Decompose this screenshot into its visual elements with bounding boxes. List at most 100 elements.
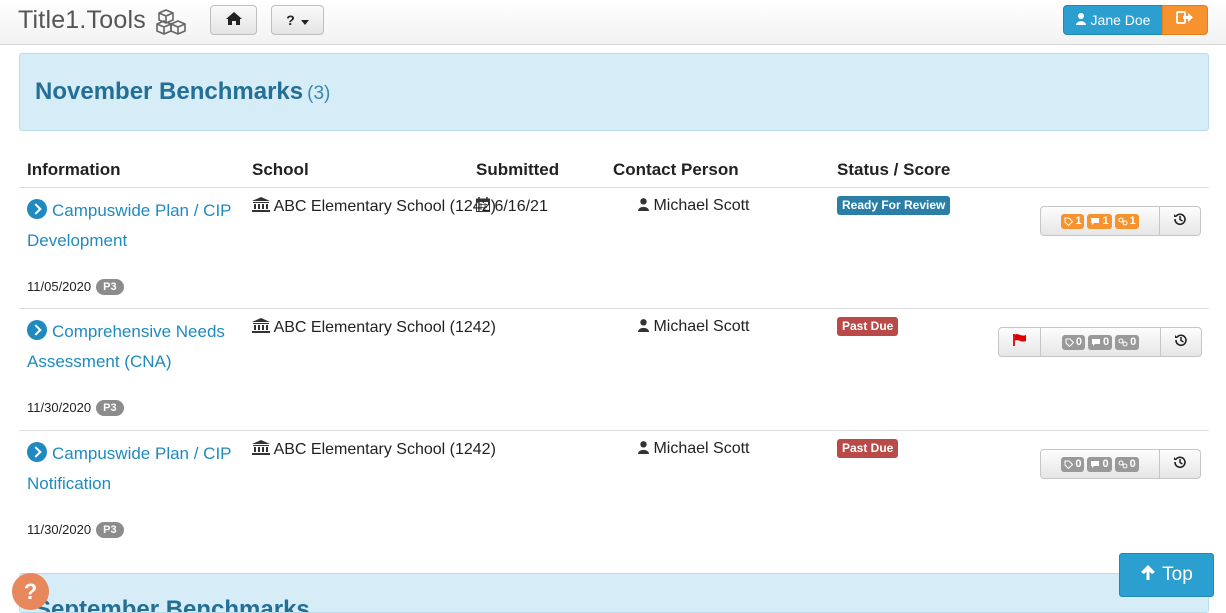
row-actions: 0 0 0 [1040, 449, 1201, 479]
next-section-header-panel: September Benchmarks [19, 573, 1209, 613]
history-button[interactable] [1160, 206, 1201, 236]
caret-down-icon [300, 12, 309, 28]
link-count-badge: 0 [1115, 334, 1140, 350]
attachments-comments-links-button[interactable]: 0 0 0 [1041, 327, 1161, 357]
status-badge: Past Due [837, 317, 899, 336]
due-date-text: 11/30/2020 [27, 400, 92, 415]
back-to-top-button[interactable]: Top [1119, 553, 1214, 597]
attachments-comments-links-button[interactable]: 0 0 0 [1040, 449, 1160, 479]
benchmark-title: Campuswide Plan / CIP Notification [27, 444, 232, 493]
tag-icon [1065, 338, 1074, 347]
comment-count-badge: 1 [1087, 213, 1112, 229]
tag-count-badge: 1 [1061, 213, 1085, 229]
comment-count-badge: 0 [1087, 456, 1112, 472]
school-name: ABC Elementary School (1242) [273, 198, 496, 215]
user-menu-button[interactable]: Jane Doe [1063, 5, 1163, 35]
home-icon [225, 11, 243, 29]
benchmark-title: Comprehensive Needs Assessment (CNA) [27, 322, 225, 371]
user-icon [638, 440, 649, 457]
contact-cell: Michael Scott [638, 440, 750, 458]
submitted-date: 6/16/21 [494, 198, 548, 215]
top-navbar: Title1.Tools ? Jane Doe [0, 0, 1226, 45]
contact-name: Michael Scott [653, 440, 750, 457]
benchmark-link[interactable]: Campuswide Plan / CIP Development [27, 196, 242, 256]
history-button[interactable] [1160, 449, 1201, 479]
help-menu-label: ? [286, 12, 295, 28]
calendar-icon [476, 197, 490, 215]
link-icon [1118, 460, 1128, 468]
attachments-comments-links-button[interactable]: 1 1 1 [1040, 206, 1160, 236]
section-title-text: November Benchmarks [35, 78, 304, 105]
history-button[interactable] [1161, 327, 1202, 357]
link-icon [1118, 338, 1128, 346]
user-icon [638, 318, 649, 335]
section-header-panel: November Benchmarks (3) [19, 53, 1209, 131]
chevron-circle-right-icon [27, 199, 47, 219]
user-name: Jane Doe [1090, 12, 1151, 28]
flag-icon [1012, 333, 1028, 352]
school-cell: ABC Elementary School (1242) [252, 318, 496, 338]
section-title: November Benchmarks (3) [35, 78, 330, 106]
tag-icon [1064, 460, 1074, 469]
history-icon [1173, 212, 1187, 231]
priority-badge: P3 [96, 279, 124, 295]
school-cell: ABC Elementary School (1242) [252, 197, 496, 217]
home-button[interactable] [210, 5, 257, 35]
section-count: (3) [307, 83, 331, 104]
link-count-badge: 1 [1114, 213, 1139, 229]
column-header-status: Status / Score [837, 160, 951, 179]
tag-count-badge: 0 [1061, 334, 1085, 350]
logout-button[interactable] [1162, 5, 1208, 35]
column-header-submitted: Submitted [476, 160, 560, 179]
help-widget-button[interactable]: ? [12, 573, 49, 610]
brand-name[interactable]: Title1.Tools [18, 6, 146, 35]
contact-cell: Michael Scott [638, 197, 750, 215]
benchmark-link[interactable]: Campuswide Plan / CIP Notification [27, 439, 242, 499]
comment-count-badge: 0 [1087, 334, 1113, 350]
due-date: 11/05/2020 P3 [27, 279, 124, 295]
comments-icon [1091, 217, 1100, 225]
contact-name: Michael Scott [653, 197, 750, 214]
history-icon [1174, 333, 1188, 352]
row-actions: 1 1 1 [1040, 206, 1201, 236]
user-icon [1075, 12, 1086, 28]
submitted-cell: 6/16/21 [476, 197, 548, 216]
column-header-school: School [252, 160, 309, 179]
row-divider [19, 308, 1209, 309]
priority-badge: P3 [96, 400, 124, 416]
row-actions: 0 0 0 [998, 327, 1202, 357]
priority-badge: P3 [96, 522, 124, 538]
column-header-information: Information [27, 160, 121, 179]
benchmark-title: Campuswide Plan / CIP Development [27, 201, 232, 250]
due-date-text: 11/30/2020 [27, 522, 92, 537]
user-icon [638, 197, 649, 214]
due-date: 11/30/2020 P3 [27, 400, 124, 416]
chevron-circle-right-icon [27, 320, 47, 340]
status-badge: Ready For Review [837, 196, 951, 215]
comments-icon [1091, 338, 1100, 346]
link-count-badge: 0 [1114, 456, 1139, 472]
comments-icon [1091, 460, 1100, 468]
column-header-contact: Contact Person [613, 160, 739, 179]
school-name: ABC Elementary School (1242) [273, 441, 496, 458]
row-divider [19, 430, 1209, 431]
flag-button[interactable] [998, 327, 1041, 357]
tag-count-badge: 0 [1061, 456, 1085, 472]
next-section-title: September Benchmarks [35, 596, 310, 613]
back-to-top-label: Top [1162, 564, 1193, 585]
institution-icon [252, 440, 270, 458]
history-icon [1173, 455, 1187, 474]
arrow-up-icon [1140, 564, 1156, 587]
benchmark-link[interactable]: Comprehensive Needs Assessment (CNA) [27, 317, 242, 377]
help-menu-button[interactable]: ? [271, 5, 324, 35]
school-name: ABC Elementary School (1242) [273, 319, 496, 336]
header-divider [19, 187, 1209, 188]
status-badge: Past Due [837, 439, 899, 458]
contact-name: Michael Scott [653, 318, 750, 335]
contact-cell: Michael Scott [638, 318, 750, 336]
link-icon [1118, 217, 1128, 225]
sign-out-icon [1176, 10, 1194, 30]
due-date: 11/30/2020 P3 [27, 522, 124, 538]
tag-icon [1064, 217, 1074, 226]
institution-icon [252, 318, 270, 336]
